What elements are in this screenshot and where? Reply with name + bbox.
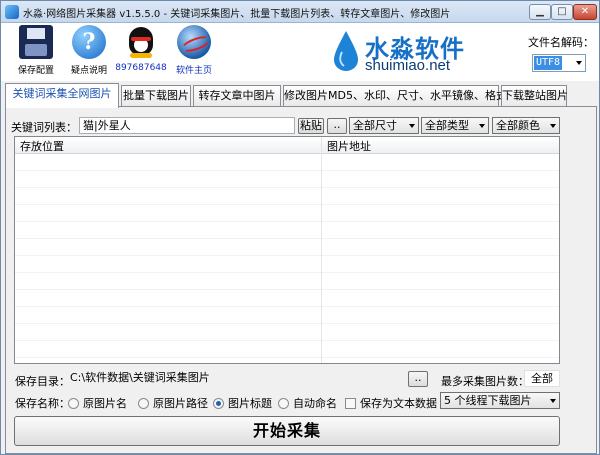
- app-window: 水淼·网络图片采集器 v1.5.5.0 - 关键词采集图片、批量下载图片列表、转…: [0, 0, 600, 455]
- chevron-down-icon: [550, 124, 556, 128]
- type-value: 全部类型: [425, 119, 469, 132]
- minimize-button[interactable]: ▁: [529, 4, 551, 20]
- encoding-value: UTF8: [534, 56, 563, 70]
- paste-button[interactable]: 粘贴: [298, 118, 324, 134]
- threads-value: 5 个线程下载图片: [444, 394, 532, 407]
- homepage-label: 软件主页: [175, 66, 212, 76]
- help-label: 疑点说明: [70, 66, 107, 76]
- chevron-down-icon: [409, 124, 415, 128]
- homepage-link[interactable]: 软件主页: [164, 25, 224, 76]
- tab-site-download[interactable]: 下载整站图片: [501, 85, 568, 107]
- save-dir-input[interactable]: C:\软件数据\关键词采集图片: [67, 370, 407, 387]
- save-as-text-checkbox[interactable]: 保存为文本数据: [345, 395, 437, 411]
- color-value: 全部颜色: [496, 119, 540, 132]
- max-count-input[interactable]: 全部: [524, 370, 560, 387]
- radio-original-name[interactable]: 原图片名: [68, 395, 127, 411]
- qq-contact-link[interactable]: 897687648: [111, 25, 171, 73]
- checkbox-label: 保存为文本数据: [360, 397, 437, 410]
- checkbox-box: [345, 398, 356, 409]
- encoding-select[interactable]: UTF8: [532, 54, 586, 72]
- help-button[interactable]: ? 疑点说明: [59, 25, 119, 76]
- max-count-label: 最多采集图片数：: [441, 375, 529, 388]
- chevron-down-icon: [576, 61, 582, 65]
- start-collect-button[interactable]: 开始采集: [14, 416, 560, 446]
- radio-original-path[interactable]: 原图片路径: [138, 395, 208, 411]
- encoding-label: 文件名解码：: [528, 36, 594, 49]
- keyword-input[interactable]: 猫|外星人: [79, 117, 295, 134]
- image-list[interactable]: 存放位置 图片地址: [14, 136, 560, 364]
- radio-image-title[interactable]: 图片标题: [213, 395, 272, 411]
- save-dir-browse-button[interactable]: ..: [408, 371, 428, 387]
- type-select[interactable]: 全部类型: [421, 117, 489, 134]
- chevron-down-icon: [479, 124, 485, 128]
- window-title: 水淼·网络图片采集器 v1.5.5.0 - 关键词采集图片、批量下载图片列表、转…: [23, 9, 451, 20]
- radio-label: 自动命名: [293, 397, 337, 410]
- tab-bar: 关键词采集全网图片 批量下载图片 转存文章中图片 修改图片MD5、水印、尺寸、水…: [5, 83, 597, 108]
- close-button[interactable]: ✕: [573, 4, 597, 20]
- radio-auto-name[interactable]: 自动命名: [278, 395, 337, 411]
- globe-icon: [177, 25, 211, 59]
- tab-batch-download[interactable]: 批量下载图片: [121, 85, 191, 107]
- column-divider: [321, 137, 322, 363]
- list-header: 存放位置 图片地址: [15, 137, 559, 154]
- keyword-browse-button[interactable]: ..: [327, 118, 347, 134]
- save-config-label: 保存配置: [17, 66, 54, 76]
- radio-dot: [278, 398, 289, 409]
- radio-dot: [68, 398, 79, 409]
- maximize-button[interactable]: □: [551, 4, 573, 20]
- threads-select[interactable]: 5 个线程下载图片: [440, 392, 560, 409]
- save-name-label: 保存名称：: [15, 397, 70, 410]
- app-icon: [5, 5, 19, 19]
- size-value: 全部尺寸: [353, 119, 397, 132]
- save-dir-label: 保存目录：: [15, 375, 70, 388]
- radio-label: 图片标题: [228, 397, 272, 410]
- column-header-location[interactable]: 存放位置: [20, 138, 64, 154]
- radio-dot: [138, 398, 149, 409]
- size-select[interactable]: 全部尺寸: [349, 117, 419, 134]
- column-header-url[interactable]: 图片地址: [327, 138, 371, 154]
- color-select[interactable]: 全部颜色: [492, 117, 560, 134]
- title-bar[interactable]: 水淼·网络图片采集器 v1.5.5.0 - 关键词采集图片、批量下载图片列表、转…: [1, 1, 599, 23]
- save-icon: [19, 25, 53, 59]
- tab-modify-images[interactable]: 修改图片MD5、水印、尺寸、水平镜像、格式: [283, 85, 507, 107]
- chevron-down-icon: [550, 399, 556, 403]
- radio-dot-selected: [213, 398, 224, 409]
- water-drop-icon: [334, 31, 358, 71]
- radio-label: 原图片名: [83, 397, 127, 410]
- list-rows: [15, 154, 559, 363]
- tab-article-images[interactable]: 转存文章中图片: [193, 85, 281, 107]
- tab-keyword-collect[interactable]: 关键词采集全网图片: [5, 83, 119, 108]
- help-icon: ?: [72, 25, 106, 59]
- radio-label: 原图片路径: [153, 397, 208, 410]
- qq-number-label: 897687648: [115, 63, 167, 73]
- save-config-button[interactable]: 保存配置: [6, 25, 66, 76]
- keyword-label: 关键词列表：: [11, 121, 77, 134]
- qq-icon: [126, 25, 156, 59]
- brand-logo: 水淼软件 shuimiao.net: [331, 27, 481, 77]
- toolbar: 保存配置 ? 疑点说明 897687648 软件主页 水淼软件 shuimiao…: [1, 23, 599, 81]
- brand-site: shuimiao.net: [365, 57, 451, 74]
